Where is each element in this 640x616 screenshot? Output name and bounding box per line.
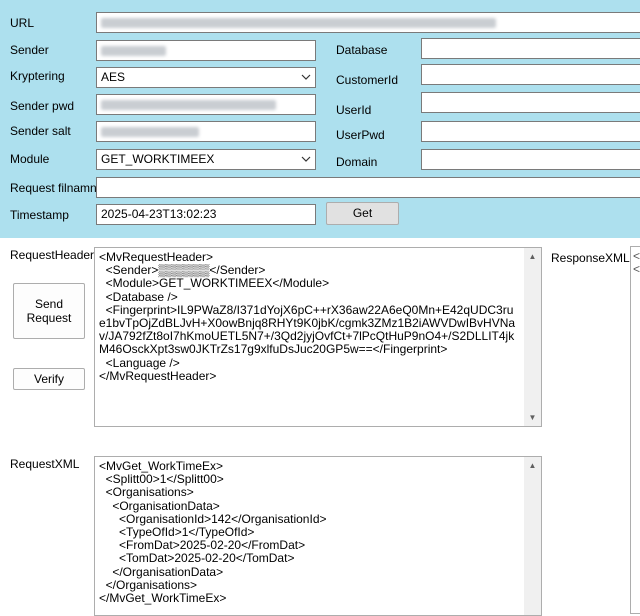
get-button[interactable]: Get	[326, 202, 399, 225]
request-filename-input[interactable]	[96, 177, 640, 198]
timestamp-label: Timestamp	[10, 208, 69, 222]
redacted-sender-value	[101, 45, 166, 56]
sender-salt-label: Sender salt	[10, 124, 71, 138]
response-xml-textarea[interactable]: < <	[630, 246, 640, 614]
customerid-label: CustomerId	[336, 73, 399, 87]
userpwd-input[interactable]	[421, 121, 640, 142]
response-xml-content: < <	[633, 249, 640, 277]
kryptering-label: Kryptering	[10, 69, 65, 83]
send-request-button[interactable]: Send Request	[13, 283, 85, 339]
request-header-content: <MvRequestHeader> <Sender>▒▒▒▒▒▒</Sender…	[99, 250, 516, 383]
request-header-label: RequestHeader	[10, 248, 95, 262]
url-label: URL	[10, 16, 35, 30]
module-label: Module	[10, 152, 50, 166]
request-filename-label: Request filnamn	[10, 181, 97, 195]
sender-input[interactable]	[96, 40, 316, 61]
database-input[interactable]	[421, 38, 640, 59]
kryptering-value: AES	[101, 70, 126, 84]
scroll-down-arrow-icon[interactable]: ▼	[524, 409, 541, 426]
sender-pwd-input[interactable]	[96, 94, 316, 115]
sender-salt-input[interactable]	[96, 121, 316, 142]
redacted-sender-pwd-value	[101, 99, 276, 110]
sender-label: Sender	[10, 43, 49, 57]
kryptering-select[interactable]: AES	[96, 67, 316, 88]
customerid-input[interactable]	[421, 64, 640, 85]
redacted-sender-salt-value	[101, 126, 199, 137]
database-label: Database	[336, 43, 388, 57]
scroll-up-arrow-icon[interactable]: ▲	[524, 457, 541, 474]
request-header-scrollbar[interactable]: ▲ ▼	[524, 248, 541, 426]
request-xml-textarea[interactable]: <MvGet_WorkTimeEx> <Splitt00>1</Splitt00…	[94, 456, 542, 616]
sender-pwd-label: Sender pwd	[10, 99, 75, 113]
connection-settings-panel: URL Sender Kryptering Sender pwd Sender …	[0, 0, 640, 238]
request-xml-content: <MvGet_WorkTimeEx> <Splitt00>1</Splitt00…	[99, 459, 327, 606]
request-header-textarea[interactable]: <MvRequestHeader> <Sender>▒▒▒▒▒▒</Sender…	[94, 247, 542, 427]
scroll-up-arrow-icon[interactable]: ▲	[524, 248, 541, 265]
request-xml-scrollbar[interactable]: ▲	[524, 457, 541, 615]
module-select[interactable]: GET_WORKTIMEEX	[96, 149, 316, 170]
chevron-down-icon	[301, 69, 311, 87]
request-xml-label: RequestXML	[10, 457, 80, 471]
domain-input[interactable]	[421, 149, 640, 170]
verify-button[interactable]: Verify	[13, 368, 85, 390]
response-xml-label: ResponseXML	[551, 251, 630, 265]
domain-label: Domain	[336, 155, 378, 169]
chevron-down-icon	[301, 151, 311, 169]
userid-label: UserId	[336, 103, 372, 117]
timestamp-value: 2025-04-23T13:02:23	[101, 207, 217, 221]
url-input[interactable]	[96, 12, 640, 33]
userid-input[interactable]	[421, 92, 640, 113]
userpwd-label: UserPwd	[336, 128, 385, 142]
redacted-url-value	[101, 17, 496, 28]
timestamp-input[interactable]: 2025-04-23T13:02:23	[96, 204, 316, 225]
module-value: GET_WORKTIMEEX	[101, 152, 215, 166]
